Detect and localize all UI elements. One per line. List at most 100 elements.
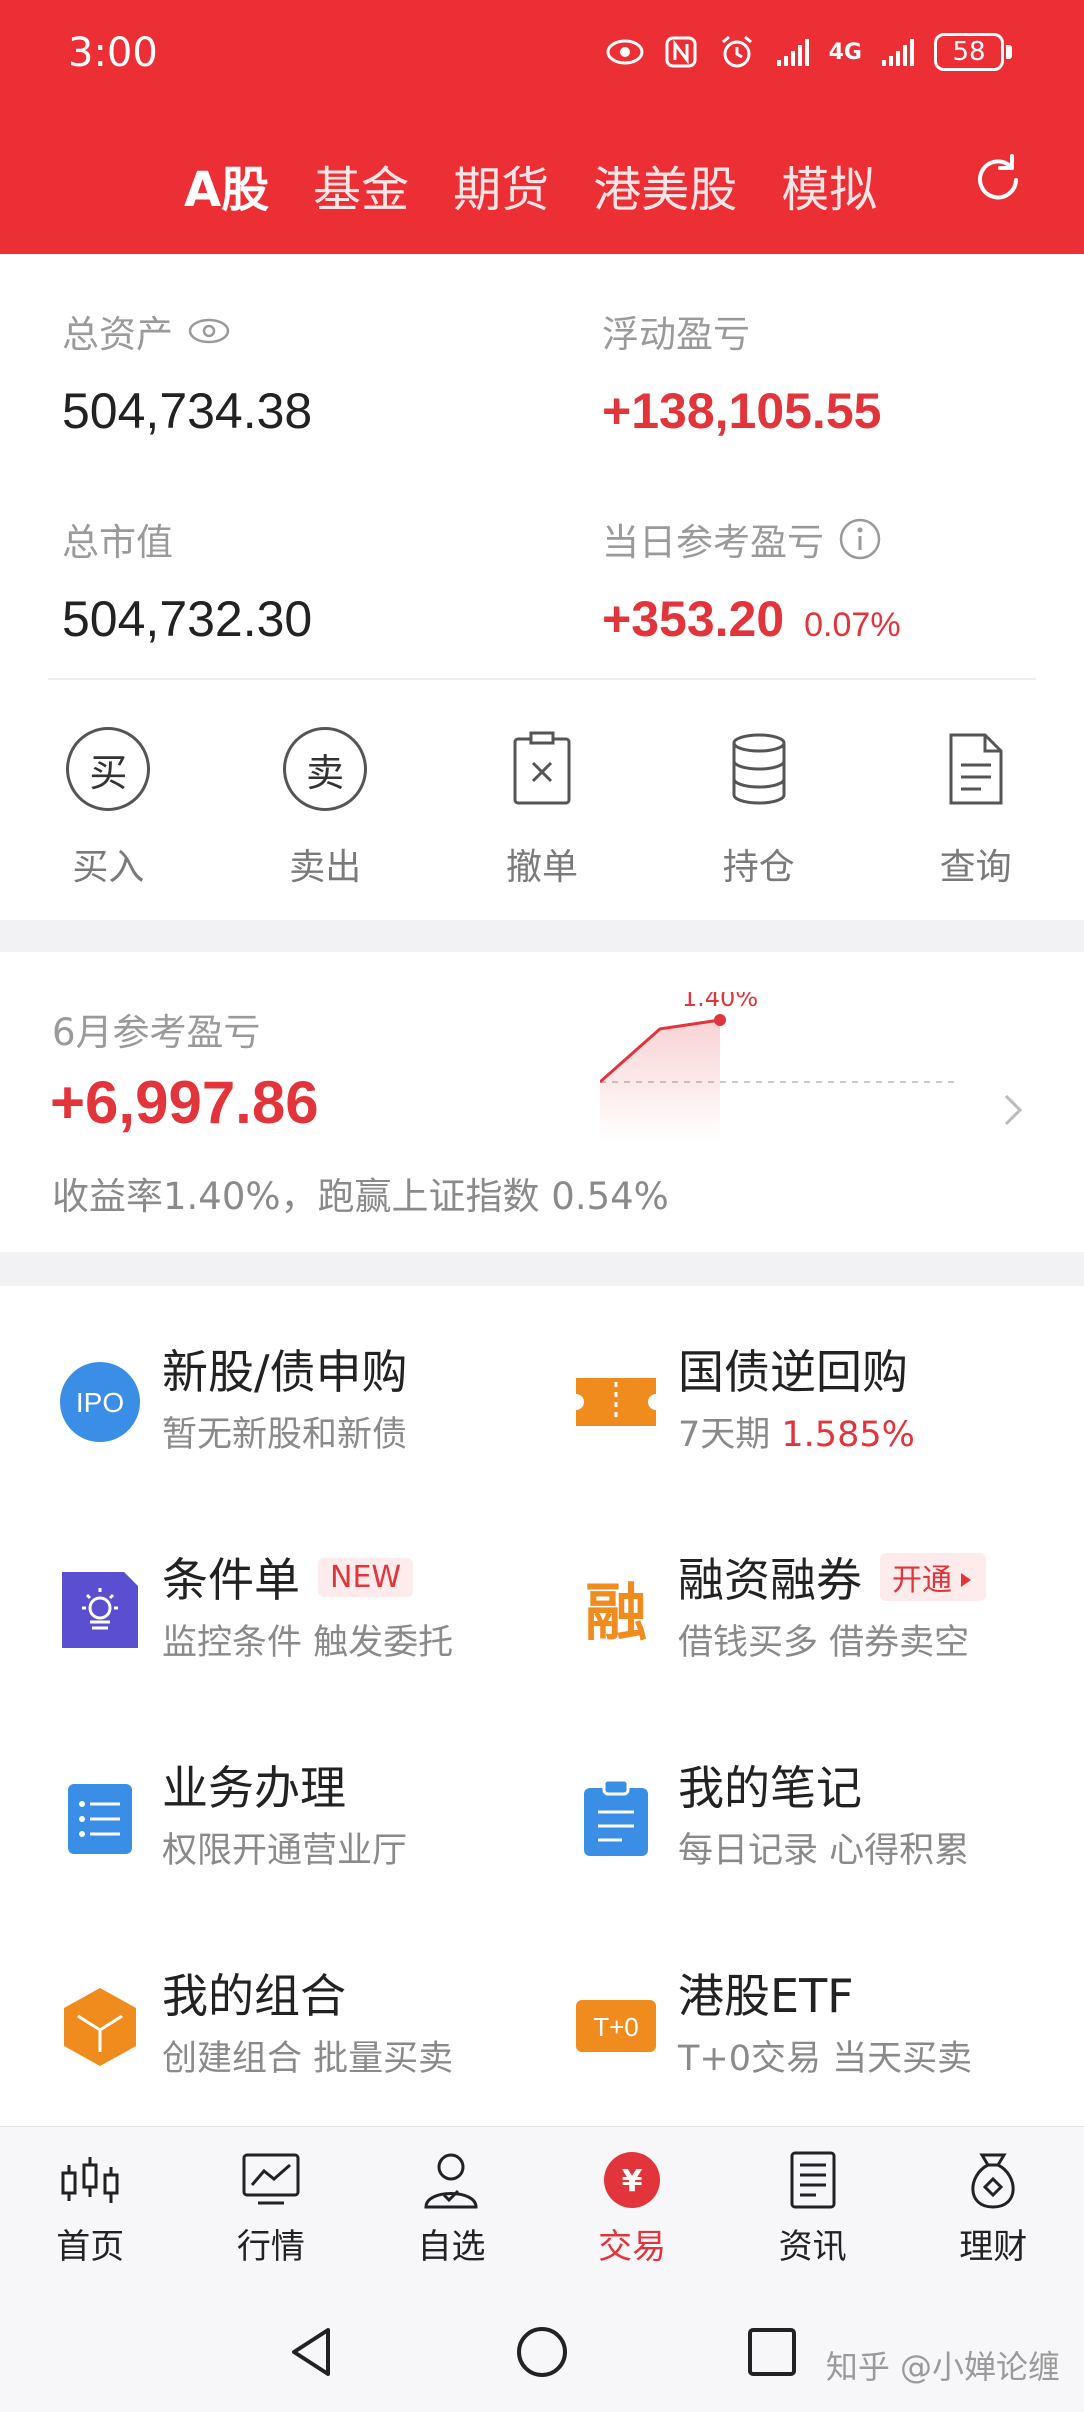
hk-etf-item[interactable]: T+0 港股ETF T+0交易 当天买卖 — [574, 1960, 1074, 2100]
cancel-order-label: 撤单 — [505, 847, 578, 888]
nav-market[interactable]: 行情 — [181, 2127, 362, 2282]
business-handling-item[interactable]: 业务办理 权限开通营业厅 — [58, 1752, 558, 1892]
trade-actions: 买 买入 卖 卖出 撤单 持仓 查询 — [0, 724, 1084, 890]
holdings-label: 持仓 — [722, 847, 795, 888]
open-account-label: 开通 — [892, 1563, 952, 1598]
condition-order-item[interactable]: 条件单 NEW 监控条件 触发委托 — [58, 1544, 558, 1684]
signal-icon — [776, 39, 809, 66]
etf-sub: T+0交易 当天买卖 — [678, 2039, 973, 2079]
chart-point — [714, 1014, 726, 1026]
etf-icon: T+0 — [576, 2000, 656, 2052]
tab-futures[interactable]: 期货 — [453, 150, 549, 220]
daily-pl-pct: 0.07% — [804, 606, 901, 644]
network-type: 4G — [828, 39, 862, 65]
top-tabs: A股 基金 期货 港美股 模拟 — [184, 150, 877, 220]
reverse-repo-item[interactable]: 国债逆回购 7天期 1.585% — [574, 1336, 1074, 1476]
app-header: 3:00 4G 58 A股 基金 期货 港美股 模拟 — [0, 0, 1084, 254]
buy-icon: 买 — [66, 727, 151, 811]
open-account-badge[interactable]: 开通 — [880, 1553, 986, 1601]
services-grid: IPO 新股/债申购 暂无新股和新债 国债逆回购 7天期 1.585% 条件单 N… — [0, 1286, 1084, 2126]
business-title: 业务办理 — [162, 1761, 346, 1815]
ipo-subscribe-item[interactable]: IPO 新股/债申购 暂无新股和新债 — [58, 1336, 558, 1476]
market-value-label: 总市值 — [62, 521, 173, 564]
daily-pl-row: +353.20 0.07% — [602, 590, 901, 648]
eye-icon[interactable] — [187, 316, 231, 346]
nav-home[interactable]: 首页 — [0, 2127, 181, 2282]
holdings-button[interactable]: 持仓 — [650, 724, 867, 890]
divider — [48, 678, 1036, 680]
chart-data-label: 1.40% — [682, 992, 758, 1012]
triangle-right-icon — [961, 1573, 971, 1587]
my-portfolio-item[interactable]: 我的组合 创建组合 批量买卖 — [58, 1960, 558, 2100]
back-icon[interactable] — [282, 2322, 342, 2382]
buy-label: 买入 — [72, 847, 145, 888]
monthly-pl-desc: 收益率1.40%，跑赢上证指数 0.54% — [52, 1175, 669, 1218]
yuan-glyph: ¥ — [622, 2164, 643, 2199]
tab-hk-us[interactable]: 港美股 — [593, 150, 737, 220]
info-icon[interactable] — [838, 517, 882, 561]
daily-pl-value: +353.20 — [602, 591, 785, 647]
ipo-sub: 暂无新股和新债 — [162, 1415, 408, 1455]
total-assets: 总资产 504,734.38 — [62, 304, 312, 440]
nav-market-label: 行情 — [236, 2227, 305, 2267]
tab-a-shares[interactable]: A股 — [184, 150, 269, 220]
ipo-icon: IPO — [60, 1362, 140, 1442]
tab-simulation[interactable]: 模拟 — [781, 150, 877, 220]
nav-wealth[interactable]: 理财 — [903, 2127, 1084, 2282]
sell-icon: 卖 — [283, 727, 368, 811]
nfc-icon — [665, 36, 697, 68]
assets-card: 总资产 504,734.38 浮动盈亏 +138,105.55 总市值 504,… — [0, 254, 1084, 920]
etf-title: 港股ETF — [678, 1969, 854, 2023]
cancel-order-button[interactable]: 撤单 — [434, 724, 651, 890]
candlestick-icon — [61, 2157, 119, 2203]
nav-news-label: 资讯 — [778, 2227, 847, 2267]
nav-home-label: 首页 — [56, 2227, 125, 2267]
portfolio-title: 我的组合 — [162, 1969, 346, 2023]
margin-icon: 融 — [585, 1576, 647, 1649]
notes-title: 我的笔记 — [678, 1761, 862, 1815]
margin-title: 融资融券 — [678, 1553, 862, 1607]
ipo-title: 新股/债申购 — [162, 1345, 408, 1399]
alarm-icon — [721, 35, 752, 68]
reverse-repo-term: 7天期 — [678, 1415, 782, 1455]
query-button[interactable]: 查询 — [867, 724, 1084, 890]
cancel-order-icon — [513, 731, 571, 805]
chart-area — [600, 1020, 720, 1142]
ticket-icon — [576, 1378, 656, 1426]
ipo-icon-text: IPO — [76, 1387, 124, 1418]
margin-trading-item[interactable]: 融 融资融券 开通 借钱买多 借券卖空 — [574, 1544, 1074, 1684]
nav-trade[interactable]: ¥ 交易 — [542, 2127, 723, 2282]
margin-icon-text: 融 — [585, 1576, 647, 1649]
holdings-icon — [732, 733, 786, 805]
bottom-nav: 首页 行情 自选 ¥ 交易 资讯 理财 — [0, 2126, 1084, 2282]
yuan-coin-icon: ¥ — [604, 2152, 661, 2208]
nav-news[interactable]: 资讯 — [722, 2127, 903, 2282]
reverse-repo-sub: 7天期 1.585% — [678, 1406, 915, 1457]
watermark: 知乎 @小婵论缠 — [825, 2348, 1060, 2386]
sell-button[interactable]: 卖 卖出 — [217, 724, 434, 890]
refresh-icon[interactable] — [968, 150, 1028, 210]
recents-square-icon[interactable] — [742, 2322, 802, 2382]
floating-pl-label: 浮动盈亏 — [602, 313, 750, 356]
total-assets-value: 504,734.38 — [62, 383, 313, 439]
battery-tip — [1006, 45, 1012, 59]
chevron-right-icon — [1004, 1094, 1023, 1126]
eye-icon — [606, 39, 644, 65]
system-nav-bar: 知乎 @小婵论缠 — [0, 2282, 1084, 2412]
home-circle-icon[interactable] — [512, 2322, 572, 2382]
signal-icon-2 — [882, 39, 914, 66]
daily-pl-label: 当日参考盈亏 — [602, 521, 824, 564]
tab-funds[interactable]: 基金 — [313, 150, 409, 220]
notes-icon — [584, 1778, 648, 1856]
portfolio-sub: 创建组合 批量买卖 — [162, 2039, 454, 2079]
query-icon — [949, 733, 1003, 805]
business-sub: 权限开通营业厅 — [162, 1831, 408, 1871]
buy-button[interactable]: 买 买入 — [0, 724, 217, 890]
etf-icon-text: T+0 — [593, 2012, 639, 2042]
market-value: 总市值 504,732.30 — [62, 512, 312, 648]
nav-watchlist-label: 自选 — [417, 2227, 486, 2267]
floating-pl-value: +138,105.55 — [602, 383, 882, 439]
monthly-pl-card[interactable]: 6月参考盈亏 +6,997.86 收益率1.40%，跑赢上证指数 0.54% 1… — [0, 952, 1084, 1252]
my-notes-item[interactable]: 我的笔记 每日记录 心得积累 — [574, 1752, 1074, 1892]
nav-watchlist[interactable]: 自选 — [361, 2127, 542, 2282]
